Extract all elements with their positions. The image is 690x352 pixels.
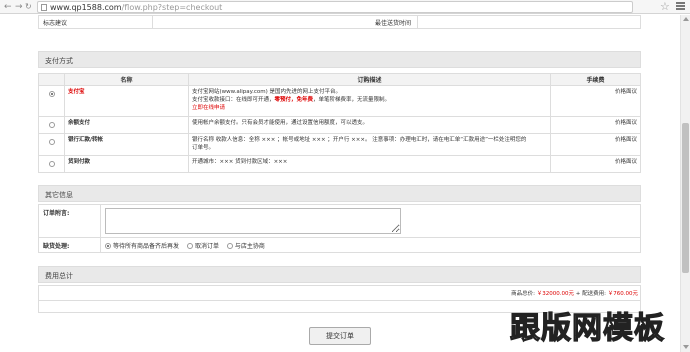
payment-section-title: 支付方式 xyxy=(38,51,641,68)
payment-header-row: 名称 订购描述 手续费 xyxy=(38,73,641,86)
header-desc: 订购描述 xyxy=(188,73,551,86)
scroll-down-icon[interactable] xyxy=(683,345,689,349)
bookmark-star-icon[interactable]: ☆ xyxy=(660,0,670,13)
apply-online-link[interactable]: 立即在线申请 xyxy=(192,105,225,111)
browser-toolbar: ← → ↻ www.qp1588.com/flow.php?step=check… xyxy=(0,0,690,14)
bank-desc: 银行名称 收款人信息：全称 ××× ；帐号或地址 ××× ；开户行 ×××。 注… xyxy=(188,133,551,156)
alipay-promo: 零预付，免年费 xyxy=(274,97,314,103)
payment-row-cod[interactable]: 货到付款 开通城市：××× 货到付款区域：××× 价格面议 xyxy=(38,155,641,173)
page-icon xyxy=(41,4,47,11)
cod-desc: 开通城市：××× 货到付款区域：××× xyxy=(188,155,551,173)
payment-row-alipay[interactable]: 支付宝 支付宝网站(www.alipay.com) 是国内先进的网上支付平台。 … xyxy=(38,85,641,117)
fees-total-row: 商品总价: ￥32000.00元 + 配送费用: ￥760.00元 xyxy=(38,285,641,301)
forward-icon[interactable]: → xyxy=(15,2,23,12)
stock-option-wait[interactable]: 等待所有商品备齐后再发 xyxy=(105,241,179,250)
alipay-desc-line1: 支付宝网站(www.alipay.com) 是国内先进的网上支付平台。 xyxy=(192,89,342,95)
checkout-page: 标志建议 最佳送货时间 支付方式 名称 订购描述 手续费 支付宝 支付宝网站(w… xyxy=(38,15,641,313)
stock-cancel-radio[interactable] xyxy=(186,243,193,249)
shipping-fee-amount: ￥760.00元 xyxy=(607,291,638,297)
bank-name: 银行汇款/转帐 xyxy=(64,133,189,156)
header-fee: 手续费 xyxy=(550,73,641,86)
other-info-table: 订单附言: 缺货处理: 等待所有商品备齐后再发 取消订单 与店主协商 xyxy=(38,204,641,253)
goods-total-amount: ￥32000.00元 xyxy=(536,291,575,297)
balance-desc: 使用帐户余额支付。只有会员才能使用，通过设置信用额度，可以透支。 xyxy=(188,116,551,134)
stock-wait-radio[interactable] xyxy=(105,243,111,249)
balance-radio[interactable] xyxy=(48,122,55,128)
alipay-desc: 支付宝网站(www.alipay.com) 是国内先进的网上支付平台。 支付宝收… xyxy=(188,85,551,117)
bank-fee: 价格面议 xyxy=(550,133,641,156)
payment-table: 名称 订购描述 手续费 支付宝 支付宝网站(www.alipay.com) 是国… xyxy=(38,73,641,173)
stock-negotiate-radio[interactable] xyxy=(226,243,233,249)
cod-fee: 价格面议 xyxy=(550,155,641,173)
submit-order-button[interactable]: 提交订单 xyxy=(309,327,371,345)
url-host: www.qp1588.com xyxy=(50,3,122,12)
bank-radio[interactable] xyxy=(48,139,55,145)
alipay-desc-line2: 支付宝收款接口：在线即可开通，零预付，免年费，单笔阶梯费率，无流量限制。 xyxy=(192,97,391,103)
sign-building-label: 标志建议 xyxy=(38,15,153,29)
payment-row-balance[interactable]: 余额支付 使用帐户余额支付。只有会员才能使用，通过设置信用额度，可以透支。 价格… xyxy=(38,116,641,134)
back-icon[interactable]: ← xyxy=(4,2,12,12)
alipay-name: 支付宝 xyxy=(64,85,189,117)
other-info-section-title: 其它信息 xyxy=(38,185,641,202)
stock-label: 缺货处理: xyxy=(38,237,101,253)
header-name: 名称 xyxy=(64,73,189,86)
address-text: www.qp1588.com/flow.php?step=checkout xyxy=(50,3,222,12)
bank-desc-line1: 银行名称 收款人信息：全称 ××× ；帐号或地址 ××× ；开户行 ×××。 注… xyxy=(192,137,527,143)
watermark-logo: 跟版网模板 xyxy=(509,311,665,346)
cod-name: 货到付款 xyxy=(64,155,189,173)
alipay-radio[interactable] xyxy=(48,91,55,97)
bank-desc-line2: 订单号。 xyxy=(192,145,215,151)
fees-table: 商品总价: ￥32000.00元 + 配送费用: ￥760.00元 xyxy=(38,285,641,313)
reload-icon[interactable]: ↻ xyxy=(25,2,32,12)
alipay-fee: 价格面议 xyxy=(550,85,641,117)
shipping-time-table: 标志建议 最佳送货时间 xyxy=(38,15,641,29)
stock-option-cancel[interactable]: 取消订单 xyxy=(186,241,219,250)
scrollbar-thumb[interactable] xyxy=(682,123,689,273)
message-row: 订单附言: xyxy=(38,204,641,238)
menu-icon[interactable] xyxy=(676,1,685,10)
fees-section-title: 费用总计 xyxy=(38,266,641,283)
balance-fee: 价格面议 xyxy=(550,116,641,134)
shipping-fee-label: + 配送费用: xyxy=(575,291,606,297)
goods-total-label: 商品总价: xyxy=(511,291,536,297)
cod-radio[interactable] xyxy=(48,161,55,167)
best-time-value xyxy=(417,15,641,29)
best-time-label: 最佳送货时间 xyxy=(152,15,418,29)
payment-row-bank[interactable]: 银行汇款/转帐 银行名称 收款人信息：全称 ××× ；帐号或地址 ××× ；开户… xyxy=(38,133,641,156)
stock-row: 缺货处理: 等待所有商品备齐后再发 取消订单 与店主协商 xyxy=(38,237,641,253)
address-bar[interactable]: www.qp1588.com/flow.php?step=checkout xyxy=(37,1,633,13)
order-message-textarea[interactable] xyxy=(105,208,401,234)
stock-option-negotiate[interactable]: 与店主协商 xyxy=(226,241,265,250)
header-blank xyxy=(38,73,65,86)
balance-name: 余额支付 xyxy=(64,116,189,134)
message-label: 订单附言: xyxy=(38,204,101,238)
scroll-up-icon[interactable] xyxy=(683,17,689,21)
vertical-scrollbar[interactable] xyxy=(680,15,690,352)
url-path: /flow.php?step=checkout xyxy=(121,3,223,12)
